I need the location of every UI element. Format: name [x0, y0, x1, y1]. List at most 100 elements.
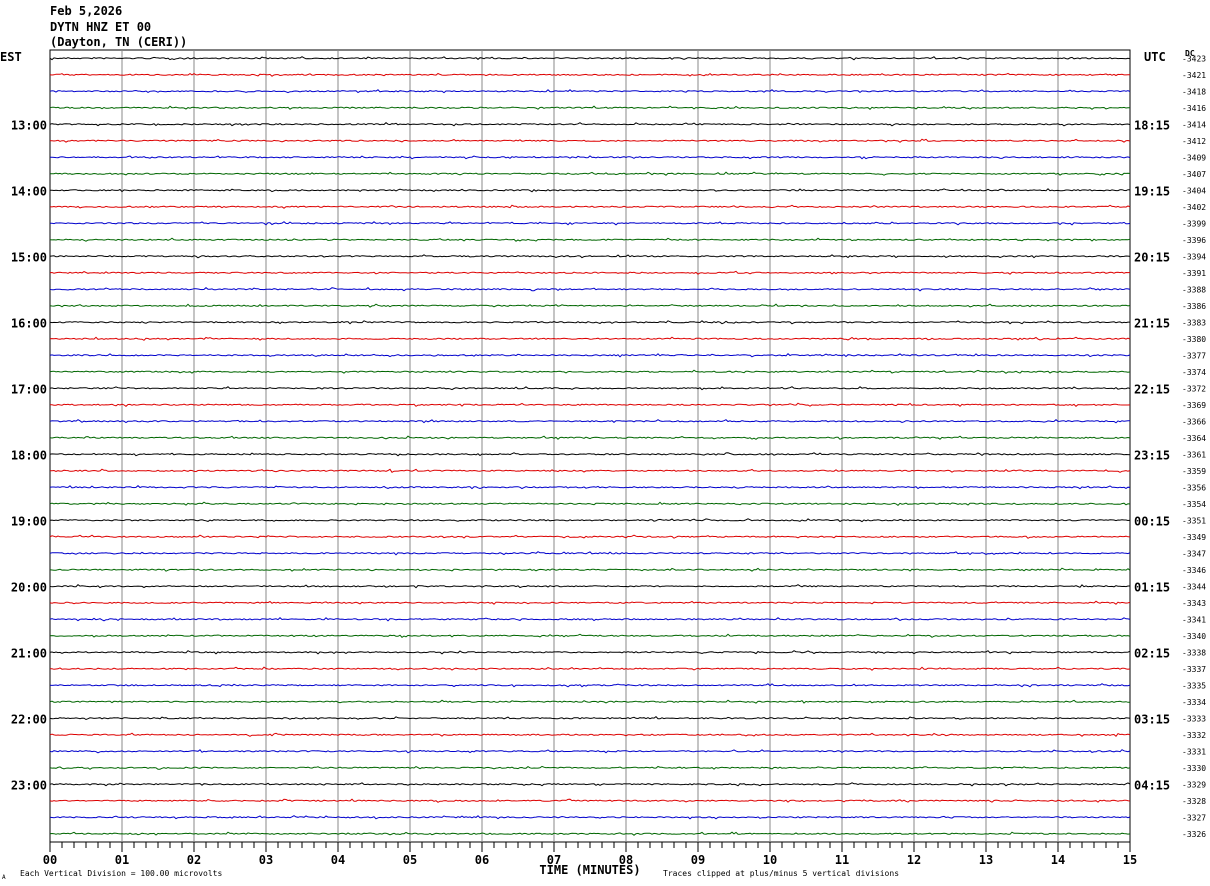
dc-offset-label: -3386 [1182, 302, 1206, 311]
seismic-trace [49, 699, 1131, 704]
dc-offset-label: -3359 [1182, 467, 1206, 476]
dc-offset-label: -3341 [1182, 615, 1206, 624]
seismic-trace [49, 683, 1131, 688]
seismic-trace [50, 188, 1131, 193]
seismic-trace [49, 650, 1131, 655]
dc-offset-label: -3412 [1182, 137, 1206, 146]
x-tick-label: 09 [691, 853, 705, 867]
dc-offset-label: -3331 [1182, 747, 1206, 756]
utc-hour-label: 21:15 [1134, 316, 1170, 330]
seismic-trace [49, 749, 1131, 754]
seismic-trace [50, 155, 1131, 160]
seismic-trace [49, 369, 1131, 374]
dc-offset-label: -3383 [1182, 318, 1206, 327]
est-hour-label: 17:00 [11, 382, 47, 396]
seismic-trace [49, 386, 1131, 391]
dc-offset-label: -3366 [1182, 417, 1206, 426]
dc-offset-label: -3354 [1182, 500, 1206, 509]
seismic-trace [49, 435, 1131, 440]
seismic-trace [49, 56, 1131, 61]
seismic-trace [49, 815, 1131, 820]
seismic-trace [49, 617, 1131, 622]
dc-offset-label: -3333 [1182, 714, 1206, 723]
dc-offset-label: -3402 [1182, 203, 1206, 212]
dc-offset-label: -3421 [1182, 71, 1206, 80]
seismic-trace [49, 534, 1131, 539]
seismic-trace [49, 303, 1131, 308]
dc-offset-label: -3391 [1182, 269, 1206, 278]
seismic-trace [49, 254, 1131, 259]
dc-offset-label: -3388 [1182, 285, 1206, 294]
dc-offset-label: -3418 [1182, 87, 1206, 96]
dc-offset-label: -3394 [1182, 252, 1206, 261]
utc-hour-label: 04:15 [1134, 778, 1170, 792]
dc-offset-label: -3407 [1182, 170, 1206, 179]
x-tick-label: 04 [331, 853, 345, 867]
dc-offset-label: -3330 [1182, 764, 1206, 773]
seismic-trace [49, 353, 1131, 358]
dc-offset-label: -3347 [1182, 549, 1206, 558]
dc-offset-label: -3344 [1182, 582, 1206, 591]
seismic-trace [49, 452, 1131, 457]
seismic-trace [49, 633, 1131, 638]
seismic-trace [49, 831, 1131, 836]
clip-note: Traces clipped at plus/minus 5 vertical … [663, 869, 899, 878]
dc-offset-label: -3404 [1182, 186, 1206, 195]
est-hour-label: 19:00 [11, 514, 47, 528]
time-grid [49, 49, 1131, 852]
x-tick-label: 02 [187, 853, 201, 867]
dc-offset-label: -3372 [1182, 384, 1206, 393]
seismic-trace [49, 221, 1131, 226]
x-tick-label: 05 [403, 853, 417, 867]
corner-mark: A [2, 874, 6, 881]
dc-offset-label: -3326 [1182, 830, 1206, 839]
utc-hour-label: 02:15 [1134, 646, 1170, 660]
dc-offset-label: -3409 [1182, 153, 1206, 162]
seismic-trace [49, 287, 1131, 292]
dc-offset-label: -3343 [1182, 599, 1206, 608]
scale-note: Each Vertical Division = 100.00 microvol… [20, 869, 222, 878]
utc-hour-label: 20:15 [1134, 250, 1170, 264]
seismic-trace [49, 501, 1131, 506]
est-hour-label: 20:00 [11, 580, 47, 594]
dc-offset-label: -3364 [1182, 434, 1206, 443]
dc-offset-label: -3337 [1182, 665, 1206, 674]
dc-offset-label: -3327 [1182, 813, 1206, 822]
seismic-trace [50, 402, 1131, 407]
seismic-trace [49, 89, 1131, 94]
seismic-trace [49, 798, 1131, 803]
dc-offset-label: -3349 [1182, 533, 1206, 542]
seismic-trace [49, 204, 1131, 209]
seismic-trace [49, 782, 1131, 787]
est-hour-label: 14:00 [11, 184, 47, 198]
dc-offset-label: -3335 [1182, 681, 1206, 690]
seismic-trace [49, 551, 1131, 556]
x-tick-label: 00 [43, 853, 57, 867]
seismic-trace [50, 171, 1131, 176]
seismic-trace [49, 518, 1131, 523]
x-tick-label: 06 [475, 853, 489, 867]
dc-offset-label: -3334 [1182, 698, 1206, 707]
seismic-trace [49, 600, 1131, 605]
dc-offset-label: -3416 [1182, 104, 1206, 113]
dc-offset-label: -3423 [1182, 54, 1206, 63]
dc-offset-label: -3396 [1182, 236, 1206, 245]
dc-offset-label: -3328 [1182, 797, 1206, 806]
seismic-trace [49, 732, 1131, 738]
dc-offset-label: -3356 [1182, 483, 1206, 492]
seismic-trace [50, 468, 1131, 473]
est-hour-label: 22:00 [11, 712, 47, 726]
seismic-trace [49, 320, 1130, 325]
utc-hour-label: 22:15 [1134, 382, 1170, 396]
dc-offset-label: -3414 [1182, 120, 1206, 129]
seismic-trace [49, 567, 1131, 572]
utc-hour-label: 00:15 [1134, 514, 1170, 528]
dc-offset-label: -3351 [1182, 516, 1206, 525]
utc-hour-label: 03:15 [1134, 712, 1170, 726]
seismic-trace [49, 485, 1131, 490]
seismic-trace [49, 122, 1131, 127]
seismic-traces [49, 56, 1131, 836]
x-tick-label: 10 [763, 853, 777, 867]
x-tick-label: 13 [979, 853, 993, 867]
seismic-trace [49, 584, 1130, 589]
